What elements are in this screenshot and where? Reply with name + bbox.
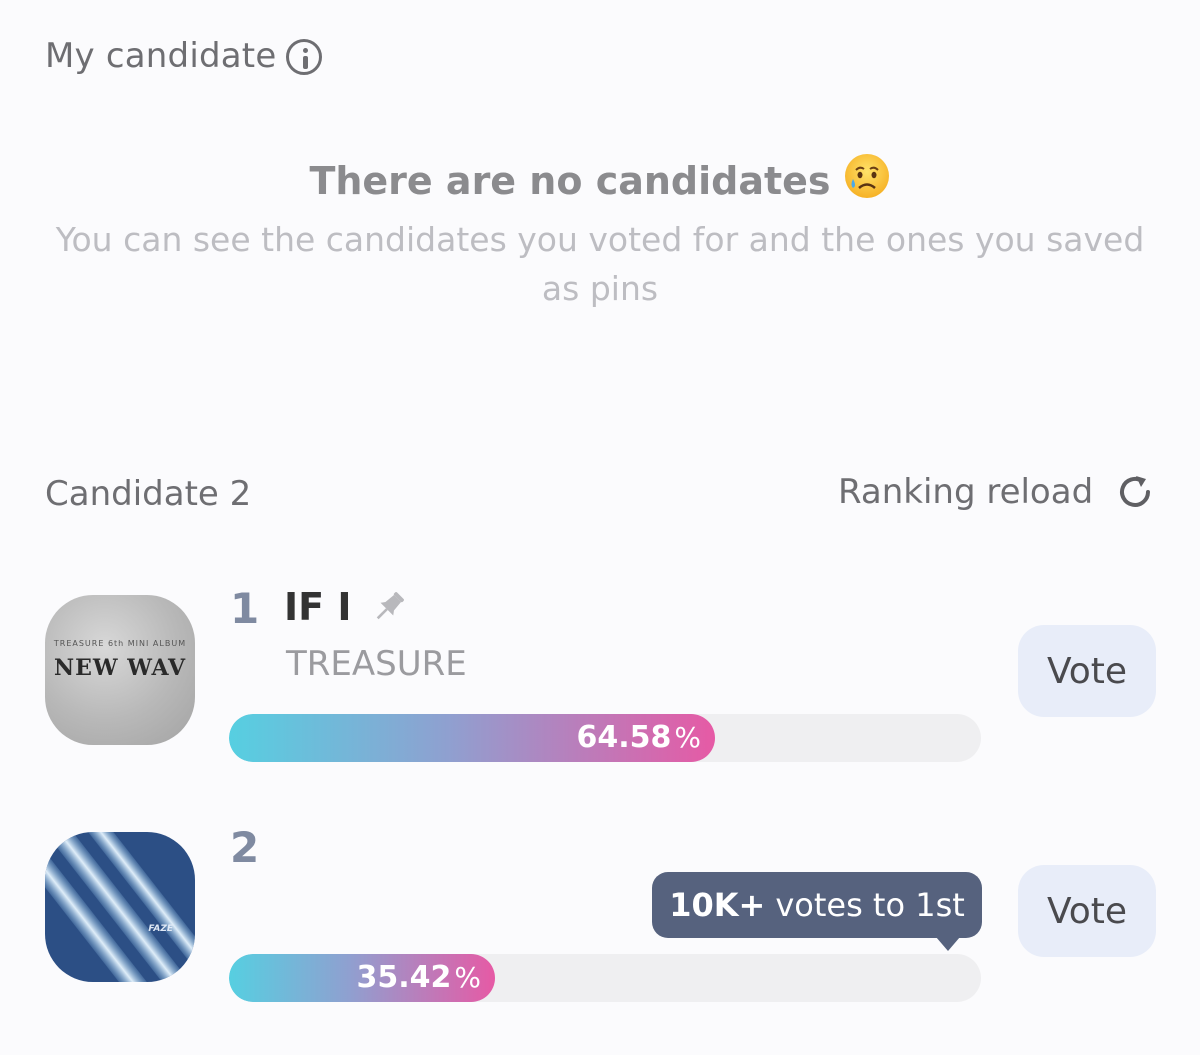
vote-button[interactable]: Vote bbox=[1018, 625, 1156, 717]
ranking-reload-label: Ranking reload bbox=[838, 472, 1094, 512]
empty-state-subtitle: You can see the candidates you voted for… bbox=[55, 220, 1145, 308]
album-cover-faze[interactable]: FAZE bbox=[45, 832, 195, 982]
ranking-reload-button[interactable]: Ranking reload bbox=[838, 472, 1155, 512]
album-logo-text: NEW WAV bbox=[53, 655, 187, 681]
artist-name: TREASURE bbox=[286, 644, 467, 684]
tooltip-strong: 10K+ bbox=[669, 886, 766, 924]
vote-percent-label: 64.58% bbox=[576, 720, 701, 755]
crying-face-icon bbox=[843, 152, 891, 209]
vote-button[interactable]: Vote bbox=[1018, 865, 1156, 957]
rank-number: 1 bbox=[230, 584, 260, 633]
vote-progress-bar: 35.42% bbox=[229, 954, 981, 1002]
album-logo-text: FAZE bbox=[148, 924, 173, 934]
empty-state-title: There are no candidates bbox=[309, 159, 831, 203]
pin-icon[interactable] bbox=[368, 586, 410, 628]
album-small-text: TREASURE 6th MINI ALBUM bbox=[53, 639, 187, 648]
album-cover-new-wav[interactable]: TREASURE 6th MINI ALBUM NEW WAV bbox=[45, 595, 195, 745]
rank-number: 2 bbox=[230, 823, 260, 872]
info-icon[interactable] bbox=[286, 39, 322, 75]
tooltip-tail bbox=[936, 937, 960, 951]
empty-state: There are no candidates bbox=[0, 152, 1200, 209]
tooltip-text: votes to 1st bbox=[775, 886, 965, 924]
my-candidate-title: My candidate bbox=[45, 36, 277, 76]
votes-to-first-tooltip: 10K+ votes to 1st bbox=[652, 872, 982, 938]
song-title: IF I bbox=[284, 585, 352, 629]
candidate-count-label: Candidate 2 bbox=[45, 474, 252, 514]
reload-icon bbox=[1115, 472, 1155, 512]
vote-progress-bar: 64.58% bbox=[229, 714, 981, 762]
vote-percent-label: 35.42% bbox=[356, 960, 481, 995]
